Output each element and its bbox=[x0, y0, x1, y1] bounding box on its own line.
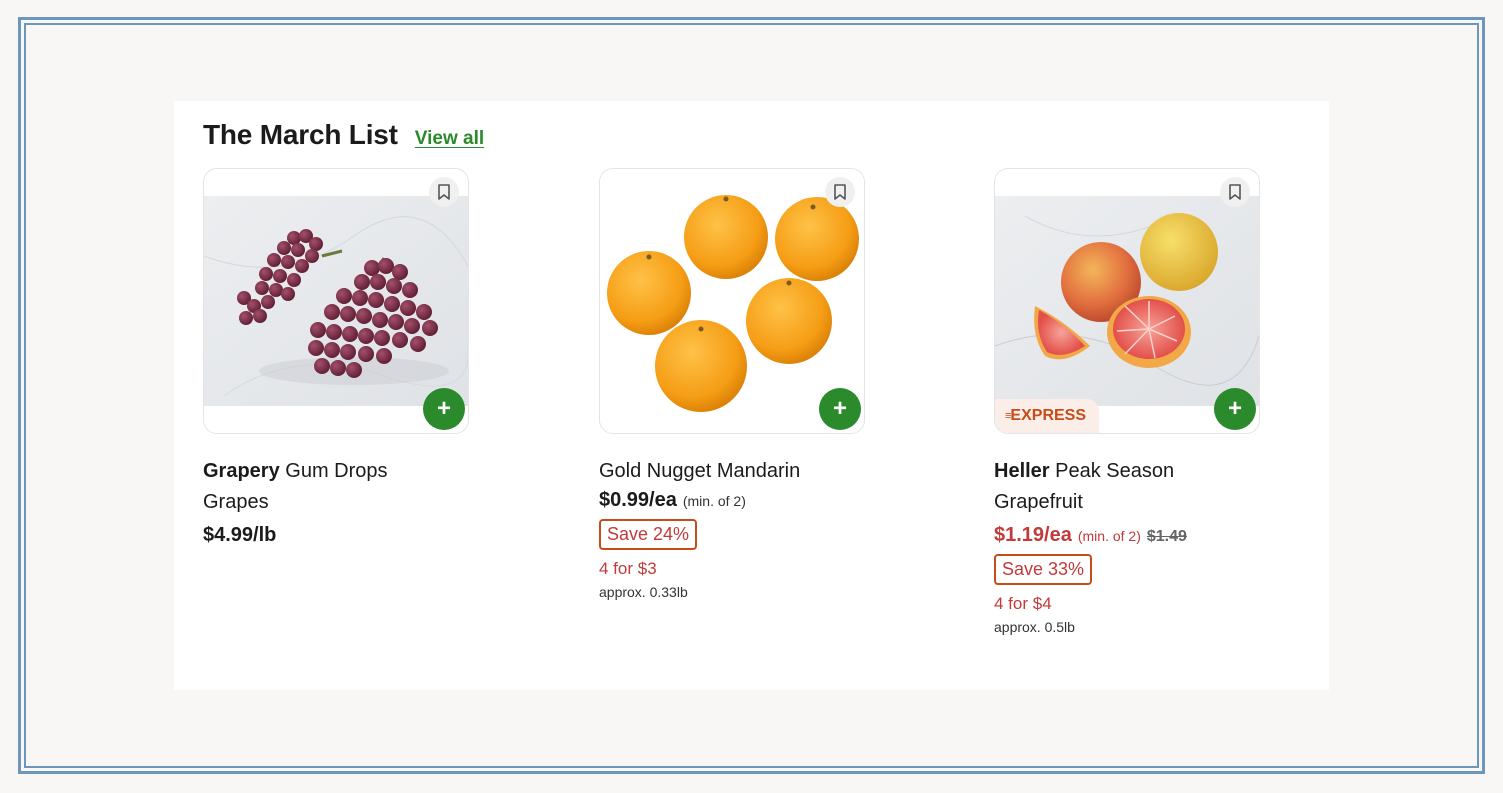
product-image-box[interactable]: ≡ EXPRESS + bbox=[994, 168, 1260, 434]
express-badge: ≡ EXPRESS bbox=[995, 399, 1100, 433]
plus-icon: + bbox=[1227, 395, 1242, 422]
product-name[interactable]: Heller Peak Season Grapefruit bbox=[994, 456, 1244, 518]
section-title: The March List bbox=[203, 119, 398, 150]
product-card-grapefruit[interactable]: ≡ EXPRESS + Heller Peak Season Grapefrui… bbox=[994, 168, 1294, 635]
section-header: The March List View all bbox=[203, 119, 484, 151]
bookmark-icon[interactable] bbox=[429, 177, 459, 207]
product-brand: Grapery bbox=[203, 460, 280, 482]
plus-icon: + bbox=[436, 395, 451, 422]
min-quantity: (min. of 2) bbox=[1077, 528, 1141, 544]
bookmark-icon[interactable] bbox=[825, 177, 855, 207]
product-image bbox=[204, 196, 468, 406]
product-image-box[interactable]: + bbox=[203, 168, 469, 434]
product-price: $0.99/ea bbox=[599, 489, 677, 511]
express-label: EXPRESS bbox=[1010, 407, 1087, 424]
original-price: $1.49 bbox=[1146, 528, 1187, 545]
add-to-cart-button[interactable]: + bbox=[423, 388, 465, 430]
product-price: $1.19/ea bbox=[994, 524, 1072, 546]
product-name[interactable]: Grapery Gum Drops Grapes bbox=[203, 456, 453, 518]
save-badge: Save 33% bbox=[994, 554, 1093, 585]
price-row: $0.99/ea (min. of 2) bbox=[599, 489, 899, 512]
multi-buy-deal[interactable]: 4 for $4 bbox=[994, 594, 1294, 614]
bookmark-icon[interactable] bbox=[1220, 177, 1250, 207]
save-badge: Save 24% bbox=[599, 519, 698, 550]
product-brand: Heller bbox=[994, 460, 1050, 482]
price-row: $4.99/lb bbox=[203, 524, 503, 547]
product-price: $4.99/lb bbox=[203, 524, 277, 546]
product-card-grapes[interactable]: + Grapery Gum Drops Grapes $4.99/lb bbox=[203, 168, 503, 547]
speed-lines-icon: ≡ bbox=[1005, 410, 1012, 422]
approx-weight: approx. 0.33lb bbox=[599, 584, 688, 600]
product-image bbox=[995, 196, 1259, 406]
product-image-box[interactable]: + bbox=[599, 168, 865, 434]
view-all-link[interactable]: View all bbox=[415, 128, 484, 150]
product-name[interactable]: Gold Nugget Mandarin bbox=[599, 456, 849, 487]
product-card-mandarin[interactable]: + Gold Nugget Mandarin $0.99/ea (min. of… bbox=[599, 168, 899, 600]
plus-icon: + bbox=[832, 395, 847, 422]
product-title: Gold Nugget Mandarin bbox=[599, 460, 801, 482]
add-to-cart-button[interactable]: + bbox=[819, 388, 861, 430]
approx-weight: approx. 0.5lb bbox=[994, 619, 1075, 635]
min-quantity: (min. of 2) bbox=[682, 493, 746, 509]
price-row: $1.19/ea (min. of 2) $1.49 bbox=[994, 524, 1294, 547]
multi-buy-deal[interactable]: 4 for $3 bbox=[599, 559, 899, 579]
add-to-cart-button[interactable]: + bbox=[1214, 388, 1256, 430]
march-list-section: The March List View all + Grapery Gum Dr… bbox=[174, 101, 1329, 690]
